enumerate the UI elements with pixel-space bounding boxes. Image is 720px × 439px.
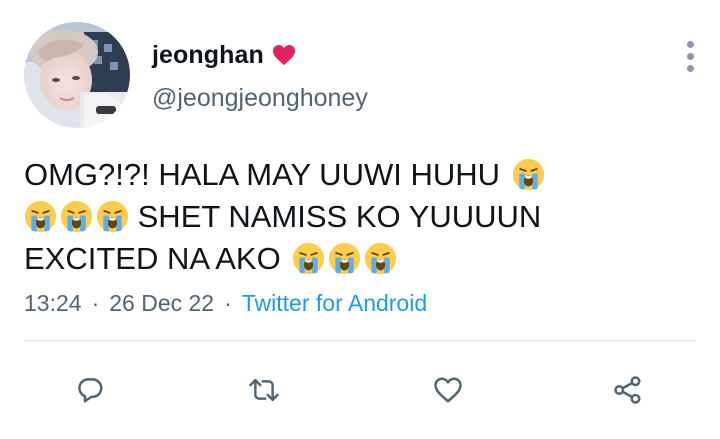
tweet-line-1-text: OMG?!?! HALA MAY UUWI HUHU bbox=[24, 157, 500, 192]
more-dot bbox=[686, 52, 694, 60]
display-name[interactable]: jeonghan bbox=[152, 41, 264, 70]
display-name-row: jeonghan bbox=[152, 38, 296, 72]
tweet-card: jeonghan @jeongjeonghoney OMG?!?! HALA M… bbox=[0, 0, 720, 439]
tweet-source-link[interactable]: Twitter for Android bbox=[242, 290, 427, 317]
loudly-crying-face-icon bbox=[60, 200, 93, 233]
meta-separator: · bbox=[91, 290, 100, 316]
action-bar bbox=[0, 362, 720, 418]
more-options-button[interactable] bbox=[676, 36, 704, 76]
loudly-crying-face-icon bbox=[329, 242, 361, 275]
more-vertical-icon bbox=[686, 40, 694, 48]
tweet-line-1: OMG?!?! HALA MAY UUWI HUHU bbox=[24, 154, 684, 196]
red-heart-icon bbox=[272, 44, 296, 66]
like-icon bbox=[434, 377, 462, 403]
tweet-date[interactable]: 26 Dec 22 bbox=[109, 290, 214, 317]
loudly-crying-face-icon bbox=[365, 242, 397, 275]
reply-button[interactable] bbox=[62, 362, 118, 418]
loudly-crying-face-icon bbox=[24, 200, 57, 233]
tweet-line-3-text: EXCITED NA AKO bbox=[24, 241, 281, 276]
user-handle[interactable]: @jeongjeonghoney bbox=[152, 84, 368, 113]
tweet-time[interactable]: 13:24 bbox=[24, 290, 82, 317]
loudly-crying-face-icon bbox=[512, 158, 544, 191]
retweet-icon bbox=[249, 378, 279, 402]
retweet-button[interactable] bbox=[236, 362, 292, 418]
tweet-line-2: SHET NAMISS KO YUUUUN bbox=[24, 196, 684, 238]
like-button[interactable] bbox=[420, 362, 476, 418]
tweet-line-2-text: SHET NAMISS KO YUUUUN bbox=[137, 199, 542, 234]
avatar[interactable] bbox=[24, 22, 130, 128]
share-button[interactable] bbox=[600, 362, 656, 418]
tweet-line-3: EXCITED NA AKO bbox=[24, 238, 684, 280]
loudly-crying-face-icon bbox=[293, 242, 325, 275]
meta-separator: · bbox=[224, 290, 232, 316]
divider bbox=[24, 340, 696, 341]
loudly-crying-face-icon bbox=[96, 200, 129, 233]
share-icon bbox=[614, 376, 641, 404]
reply-icon bbox=[78, 378, 103, 403]
tweet-text: OMG?!?! HALA MAY UUWI HUHU SHET NAMISS K… bbox=[24, 154, 684, 280]
tweet-meta: 13:24 · 26 Dec 22 · Twitter for Android bbox=[24, 290, 427, 317]
more-dot bbox=[686, 64, 694, 72]
